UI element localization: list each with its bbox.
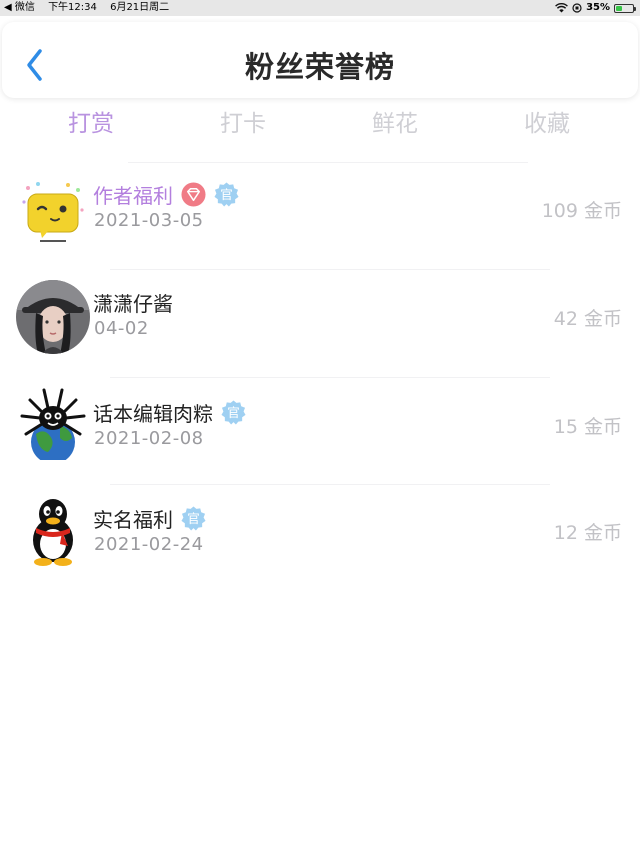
official-badge-icon: 官 <box>221 399 246 425</box>
avatar <box>16 386 90 460</box>
tab-checkin[interactable]: 打卡 <box>198 104 288 138</box>
user-name[interactable]: 话本编辑肉粽 <box>93 398 213 427</box>
official-badge-text: 官 <box>220 186 233 201</box>
user-name-line: 话本编辑肉粽 官 <box>93 398 246 426</box>
divider <box>110 269 550 270</box>
reward-date: 2021-02-24 <box>94 534 204 555</box>
battery-icon <box>614 3 636 13</box>
avatar <box>22 182 84 242</box>
battery-tip <box>634 6 636 11</box>
user-name-line: 作者福利 官 <box>93 180 239 208</box>
user-name[interactable]: 潇潇仔酱 <box>93 288 173 317</box>
list-item[interactable]: 实名福利 官 2021-02-24 12 金币 <box>0 494 640 594</box>
divider <box>110 377 550 378</box>
user-name[interactable]: 作者福利 <box>93 180 173 209</box>
status-bar: ◀ 微信 下午12:34 6月21日周二 35% <box>0 0 640 16</box>
vip-diamond-badge-icon <box>181 181 206 207</box>
divider <box>128 162 528 163</box>
battery-level-fill <box>616 5 622 11</box>
coin-amount: 109 金币 <box>541 200 622 222</box>
official-badge-text: 官 <box>227 404 240 419</box>
reward-date: 04-02 <box>94 318 149 339</box>
official-badge-text: 官 <box>187 510 200 525</box>
battery-percent: 35% <box>586 2 610 13</box>
official-badge-icon: 官 <box>181 505 206 531</box>
list-item[interactable]: 潇潇仔酱 04-02 42 金币 <box>0 280 640 380</box>
list-item[interactable]: 话本编辑肉粽 官 2021-02-08 15 金币 <box>0 386 640 486</box>
status-left: ◀ 微信 下午12:34 6月21日周二 <box>4 0 179 16</box>
status-right: 35% <box>555 0 636 16</box>
page-title: 粉丝荣誉榜 <box>244 50 395 84</box>
user-name-line: 实名福利 官 <box>93 504 206 532</box>
coin-amount: 15 金币 <box>553 416 622 438</box>
tab-favorites[interactable]: 收藏 <box>502 104 592 138</box>
nav-bar: 粉丝荣誉榜 <box>2 22 638 98</box>
user-name-line: 潇潇仔酱 <box>93 288 173 316</box>
avatar <box>16 494 90 568</box>
orientation-lock-icon <box>572 3 582 13</box>
coin-amount: 42 金币 <box>553 308 622 330</box>
back-to-app-link[interactable]: ◀ 微信 <box>4 2 35 13</box>
reward-date: 2021-02-08 <box>94 428 204 449</box>
tab-reward[interactable]: 打赏 <box>46 104 136 138</box>
divider <box>110 484 550 485</box>
tab-bar: 打赏 打卡 鲜花 收藏 <box>0 100 640 144</box>
tab-flowers[interactable]: 鲜花 <box>350 104 440 138</box>
wifi-icon <box>555 3 568 13</box>
list-item[interactable]: 作者福利 官 2021-03-05 109 金币 <box>0 180 640 280</box>
reward-date: 2021-03-05 <box>94 210 204 231</box>
coin-amount: 12 金币 <box>553 522 622 544</box>
user-name[interactable]: 实名福利 <box>93 504 173 533</box>
status-time: 下午12:34 <box>48 2 97 13</box>
official-badge-icon: 官 <box>214 181 239 207</box>
avatar <box>16 280 90 354</box>
status-date: 6月21日周二 <box>110 2 170 13</box>
